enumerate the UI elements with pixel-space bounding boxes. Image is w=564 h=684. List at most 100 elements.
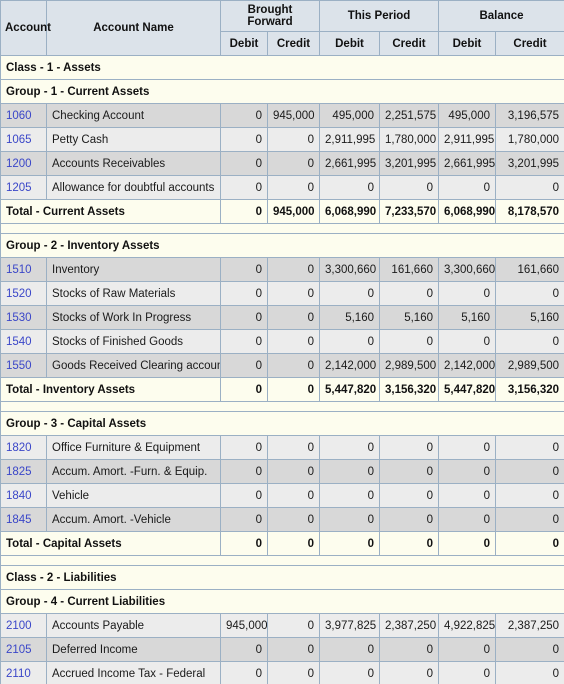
amount-cell: 0 <box>220 353 268 378</box>
class-header-row: Class - 1 - Assets <box>0 55 564 80</box>
amount-cell: 0 <box>220 459 268 484</box>
account-number-link[interactable]: 2105 <box>0 637 47 662</box>
table-row[interactable]: 1205 Allowance for doubtful accounts 0 0 0 0 0… <box>0 175 564 200</box>
amount-cell: 0 <box>267 257 320 282</box>
account-name-cell: Stocks of Work In Progress <box>46 305 221 330</box>
amount-cell: 0 <box>379 435 439 460</box>
table-row[interactable]: 1060 Checking Account 0 945,000 495,000 2,251… <box>0 103 564 128</box>
account-number-link[interactable]: 1840 <box>0 483 47 508</box>
account-number-link[interactable]: 2110 <box>0 661 47 684</box>
total-value: 6,068,990 <box>319 199 380 224</box>
table-row[interactable]: 1840 Vehicle 0 0 0 0 0 0 <box>0 483 564 508</box>
total-value: 0 <box>319 531 380 556</box>
amount-cell: 0 <box>319 483 380 508</box>
table-row[interactable]: 2105 Deferred Income 0 0 0 0 0 0 <box>0 637 564 662</box>
account-number-link[interactable]: 1205 <box>0 175 47 200</box>
column-header-balance-debit[interactable]: Debit <box>438 31 496 56</box>
amount-cell: 0 <box>438 507 496 532</box>
table-row[interactable]: 1520 Stocks of Raw Materials 0 0 0 0 0 0 <box>0 281 564 306</box>
amount-cell: 0 <box>267 281 320 306</box>
table-row[interactable]: 1820 Office Furniture & Equipment 0 0 0 0 0 0 <box>0 435 564 460</box>
account-number-link[interactable]: 2100 <box>0 613 47 638</box>
column-header-account-name[interactable]: Account Name <box>46 0 221 56</box>
account-number-link[interactable]: 1065 <box>0 127 47 152</box>
account-name-cell: Vehicle <box>46 483 221 508</box>
amount-cell: 0 <box>438 637 496 662</box>
total-value: 5,447,820 <box>438 377 496 402</box>
amount-cell: 0 <box>267 127 320 152</box>
amount-cell: 495,000 <box>438 103 496 128</box>
amount-cell: 0 <box>220 507 268 532</box>
amount-cell: 0 <box>494 661 564 684</box>
group-label: Group - 3 - Capital Assets <box>0 411 564 436</box>
amount-cell: 0 <box>379 329 439 354</box>
amount-cell: 0 <box>494 281 564 306</box>
account-number-link[interactable]: 1825 <box>0 459 47 484</box>
account-number-link[interactable]: 1520 <box>0 281 47 306</box>
total-value: 0 <box>267 531 320 556</box>
amount-cell: 945,000 <box>267 103 320 128</box>
amount-cell: 0 <box>494 329 564 354</box>
amount-cell: 0 <box>220 257 268 282</box>
amount-cell: 0 <box>319 175 380 200</box>
account-number-link[interactable]: 1060 <box>0 103 47 128</box>
amount-cell: 0 <box>267 353 320 378</box>
total-value: 3,156,320 <box>379 377 439 402</box>
column-header-account[interactable]: Account <box>0 0 51 56</box>
account-number-link[interactable]: 1200 <box>0 151 47 176</box>
table-row[interactable]: 1540 Stocks of Finished Goods 0 0 0 0 0 0 <box>0 329 564 354</box>
account-number-link[interactable]: 1510 <box>0 257 47 282</box>
amount-cell: 2,387,250 <box>379 613 439 638</box>
amount-cell: 0 <box>220 329 268 354</box>
table-row[interactable]: 1550 Goods Received Clearing account 0 0 2,1… <box>0 353 564 378</box>
table-row[interactable]: 2110 Accrued Income Tax - Federal 0 0 0 0 0 0 <box>0 661 564 684</box>
column-header-this-period-credit[interactable]: Credit <box>379 31 439 56</box>
account-number-link[interactable]: 1550 <box>0 353 47 378</box>
spacer-cell <box>0 401 564 412</box>
amount-cell: 0 <box>267 507 320 532</box>
group-label: Group - 2 - Inventory Assets <box>0 233 564 258</box>
account-number-link[interactable]: 1540 <box>0 329 47 354</box>
total-value: 3,156,320 <box>494 377 564 402</box>
total-value: 8,178,570 <box>494 199 564 224</box>
column-header-this-period-debit[interactable]: Debit <box>319 31 380 56</box>
table-row[interactable]: 1845 Accum. Amort. -Vehicle 0 0 0 0 0 0 <box>0 507 564 532</box>
amount-cell: 2,251,575 <box>379 103 439 128</box>
amount-cell: 0 <box>438 483 496 508</box>
total-label: Total - Inventory Assets <box>0 377 221 402</box>
amount-cell: 0 <box>267 613 320 638</box>
account-name-cell: Stocks of Finished Goods <box>46 329 221 354</box>
amount-cell: 2,661,995 <box>438 151 496 176</box>
amount-cell: 2,142,000 <box>438 353 496 378</box>
column-header-brought-forward-debit[interactable]: Debit <box>220 31 268 56</box>
amount-cell: 945,000 <box>220 613 268 638</box>
table-row[interactable]: 1825 Accum. Amort. -Furn. & Equip. 0 0 0 0 0 0 <box>0 459 564 484</box>
amount-cell: 1,780,000 <box>494 127 564 152</box>
account-number-link[interactable]: 1820 <box>0 435 47 460</box>
amount-cell: 0 <box>319 507 380 532</box>
total-value: 0 <box>494 531 564 556</box>
table-row[interactable]: 1510 Inventory 0 0 3,300,660 161,660 3,300,660… <box>0 257 564 282</box>
amount-cell: 0 <box>220 483 268 508</box>
class-label: Class - 2 - Liabilities <box>0 565 564 590</box>
account-number-link[interactable]: 1845 <box>0 507 47 532</box>
total-value: 0 <box>220 199 268 224</box>
group-header-row: Group - 2 - Inventory Assets <box>0 233 564 258</box>
column-header-brought-forward-credit[interactable]: Credit <box>267 31 320 56</box>
table-row[interactable]: 1530 Stocks of Work In Progress 0 0 5,160 5,1… <box>0 305 564 330</box>
group-header-row: Group - 4 - Current Liabilities <box>0 589 564 614</box>
table-row[interactable]: 2100 Accounts Payable 945,000 0 3,977,825 2,3… <box>0 613 564 638</box>
column-header-balance-credit[interactable]: Credit <box>494 31 564 56</box>
trial-balance-report: Account Account Name Brought Forward Thi… <box>0 0 564 684</box>
amount-cell: 2,387,250 <box>494 613 564 638</box>
amount-cell: 161,660 <box>494 257 564 282</box>
section-spacer <box>0 223 564 234</box>
table-row[interactable]: 1065 Petty Cash 0 0 2,911,995 1,780,000 2,911,… <box>0 127 564 152</box>
table-body: Class - 1 - Assets Group - 1 - Current As… <box>0 55 564 684</box>
table-header: Account Account Name Brought Forward Thi… <box>0 0 564 56</box>
amount-cell: 2,911,995 <box>438 127 496 152</box>
amount-cell: 0 <box>220 661 268 684</box>
table-row[interactable]: 1200 Accounts Receivables 0 0 2,661,995 3,201… <box>0 151 564 176</box>
section-spacer <box>0 401 564 412</box>
account-number-link[interactable]: 1530 <box>0 305 47 330</box>
